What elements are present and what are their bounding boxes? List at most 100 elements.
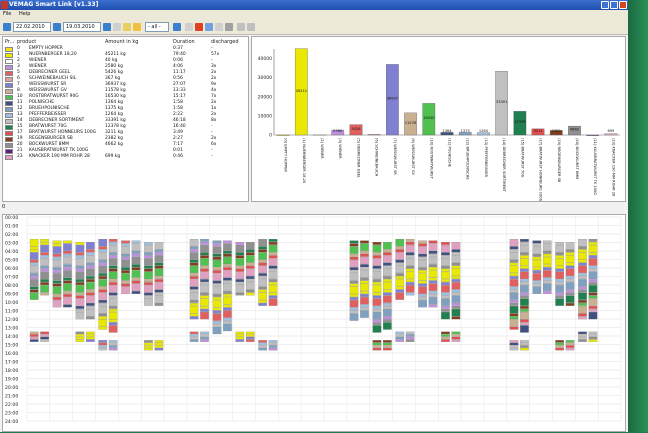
production-block [588,331,598,335]
production-block [383,265,392,269]
y-tick-label: 20000 [258,94,272,100]
color-swatch [5,106,13,112]
production-block [154,249,164,253]
production-block [98,259,108,263]
category-label: (3) WIENER [338,138,342,159]
production-block [349,307,359,311]
production-block [395,259,405,263]
hour-label: 21:00 [5,394,18,400]
production-block [383,305,392,309]
flag-icon[interactable] [195,23,203,31]
production-block [405,239,415,242]
production-block [405,265,415,269]
production-block [52,253,62,257]
print-icon[interactable] [237,23,245,31]
production-block [542,256,552,265]
bar-value-label: 1364 [442,129,452,133]
production-block [98,302,108,306]
export-icon[interactable] [225,23,233,31]
production-block [200,265,209,269]
bar-value-label: 11578 [405,121,417,125]
production-block [40,292,49,296]
production-block [578,339,587,342]
date-to-field[interactable]: 19.03.2010 [63,22,101,32]
production-block [40,252,49,256]
production-block [565,289,575,293]
production-block [428,297,438,305]
forward-arrow-icon[interactable] [53,23,61,31]
production-block [200,245,209,253]
header-amount[interactable]: Amount in kg [105,39,138,45]
production-block [372,345,382,348]
production-block [108,298,118,306]
production-block [349,246,359,254]
production-block [360,304,369,308]
production-block [212,283,222,287]
production-block [268,345,278,348]
folder-icon[interactable] [123,23,131,31]
production-block [451,265,461,269]
hour-label: 20:00 [5,385,18,391]
amount-bar-chart: 0 10000 20000 30000 40000 (0) EMPTY HOPPER 452… [251,36,626,202]
maximize-button[interactable] [610,1,618,9]
menu-file[interactable]: File [3,11,11,17]
back-arrow-icon[interactable] [3,23,11,31]
production-block [441,331,450,335]
production-block [532,240,542,244]
production-block [121,286,130,294]
production-block [86,289,95,293]
production-block [258,239,267,247]
production-block [154,342,164,346]
production-block [555,279,564,283]
production-block [86,308,95,317]
production-block [268,255,278,259]
production-block [520,347,529,351]
production-block [441,265,450,269]
color-swatch [5,82,13,88]
settings-icon[interactable] [247,23,255,31]
minimize-button[interactable] [601,1,609,9]
date-from-field[interactable]: 22.02.2010 [13,22,51,32]
production-block [372,305,382,309]
header-product[interactable]: product [17,39,36,45]
chart-icon[interactable] [133,23,141,31]
header-discharged[interactable]: discharged [211,39,239,45]
menu-help[interactable]: Help [19,11,30,17]
production-block [29,336,39,340]
production-block [235,292,245,296]
production-block [418,270,427,274]
production-block [121,280,130,284]
production-block [520,268,529,272]
header-nr[interactable]: Pr... [5,39,14,45]
filter-icon[interactable] [185,23,193,31]
hour-label: 04:00 [5,249,18,255]
refresh-icon[interactable] [173,23,181,31]
production-block [29,246,39,250]
header-duration[interactable]: Duration [173,39,195,45]
timeline-scroll-value[interactable]: 0 [2,204,5,210]
product-filter-select[interactable]: - all - [145,22,169,32]
production-block [360,280,369,284]
production-block [565,242,575,250]
hour-label: 15:00 [5,343,18,349]
production-block [520,255,529,259]
production-block [509,313,519,317]
production-block [223,297,232,305]
next-arrow-icon[interactable] [103,23,111,31]
production-block [418,253,427,257]
table-row[interactable]: 23 KNACKER 190 MM ROHR 28 699 kg 0:46 - [3,154,248,160]
production-block [223,291,232,294]
production-block [108,342,118,346]
production-block [189,313,199,317]
bar-chart-icon[interactable] [215,23,223,31]
grid-icon[interactable] [205,23,213,31]
production-block [98,326,108,330]
production-block [144,342,153,346]
production-block [235,282,245,286]
table-icon[interactable] [113,23,121,31]
close-button[interactable] [619,1,627,9]
production-block [509,340,519,343]
production-block [383,308,392,317]
production-block [542,243,552,251]
production-block [63,304,72,308]
